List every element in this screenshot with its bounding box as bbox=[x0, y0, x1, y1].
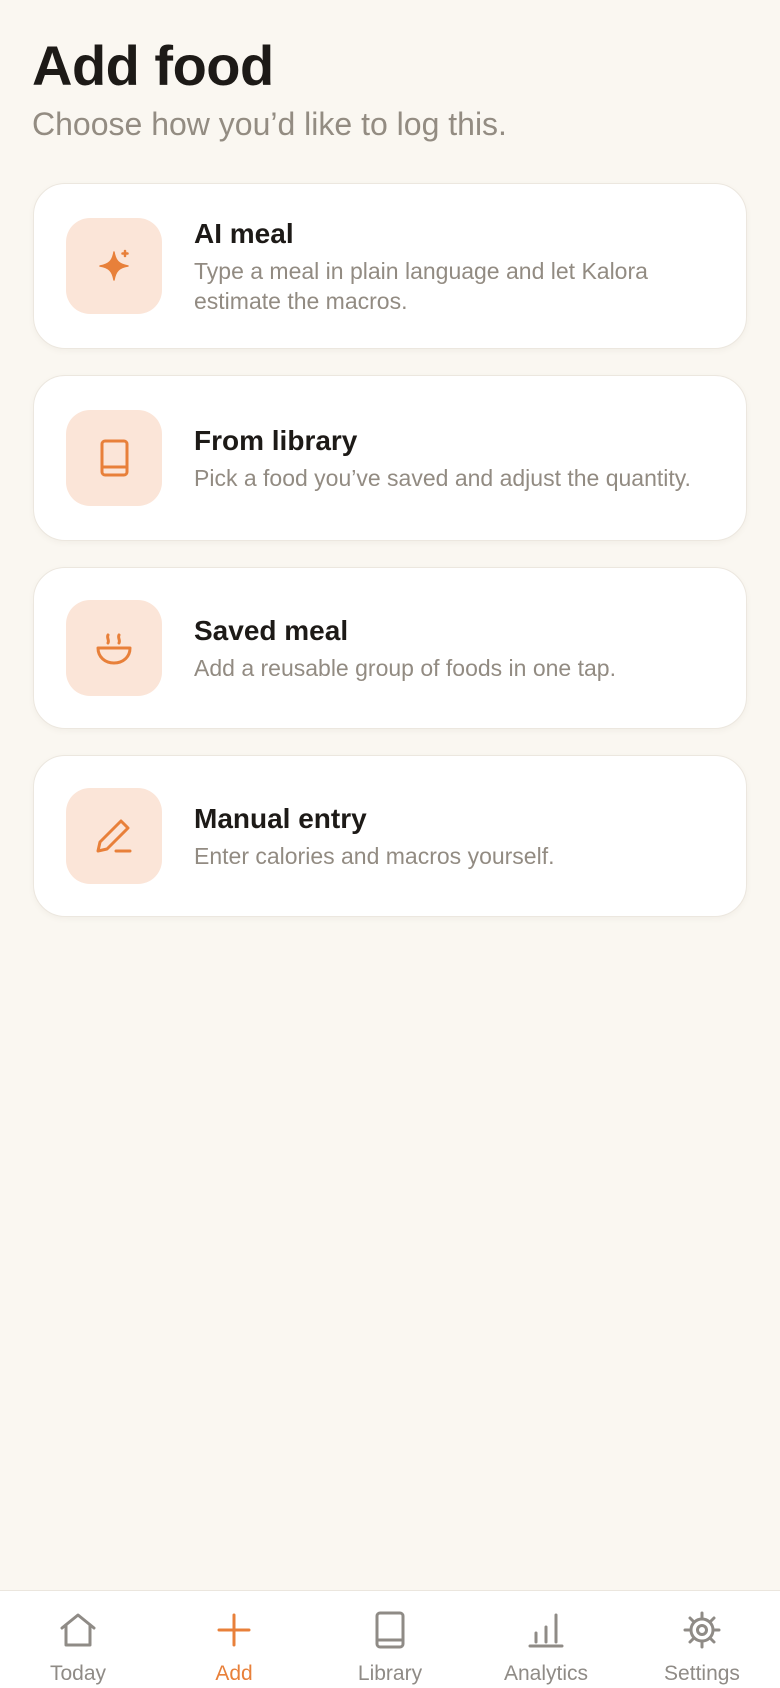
book-icon bbox=[375, 1611, 405, 1649]
gear-icon bbox=[683, 1611, 721, 1649]
tab-today[interactable]: Today bbox=[0, 1591, 156, 1688]
add-food-screen: Add food Choose how you’d like to log th… bbox=[0, 0, 780, 1688]
ai-meal-option[interactable]: AI meal Type a meal in plain language an… bbox=[33, 183, 747, 349]
saved-meal-title: Saved meal bbox=[194, 615, 349, 646]
sparkle-icon bbox=[66, 218, 162, 314]
tab-analytics[interactable]: Analytics bbox=[468, 1591, 624, 1688]
tab-add-label: Add bbox=[215, 1662, 253, 1685]
tab-today-label: Today bbox=[49, 1662, 107, 1685]
saved-meal-description: Add a reusable group of foods in one tap… bbox=[194, 655, 616, 681]
from-library-description: Pick a food you’ve saved and adjust the … bbox=[194, 465, 691, 491]
manual-entry-text: Manual entry Enter calories and macros y… bbox=[194, 801, 714, 871]
manual-entry-option[interactable]: Manual entry Enter calories and macros y… bbox=[33, 755, 747, 917]
ai-meal-description: Type a meal in plain language and let Ka… bbox=[194, 258, 648, 314]
tab-analytics-label: Analytics bbox=[503, 1662, 589, 1685]
page-title: Add food bbox=[32, 34, 274, 97]
ai-meal-title: AI meal bbox=[194, 218, 294, 249]
plus-icon bbox=[217, 1613, 251, 1647]
manual-entry-title: Manual entry bbox=[194, 803, 367, 834]
saved-meal-text: Saved meal Add a reusable group of foods… bbox=[194, 613, 714, 683]
pencil-icon bbox=[66, 788, 162, 884]
book-icon bbox=[66, 410, 162, 506]
from-library-title: From library bbox=[194, 425, 358, 456]
log-option-list: AI meal Type a meal in plain language an… bbox=[33, 183, 747, 943]
home-icon bbox=[60, 1613, 96, 1647]
tab-settings[interactable]: Settings bbox=[624, 1591, 780, 1688]
saved-meal-option[interactable]: Saved meal Add a reusable group of foods… bbox=[33, 567, 747, 729]
ai-meal-text: AI meal Type a meal in plain language an… bbox=[194, 216, 714, 316]
page-subtitle: Choose how you’d like to log this. bbox=[32, 106, 507, 142]
from-library-option[interactable]: From library Pick a food you’ve saved an… bbox=[33, 375, 747, 541]
tab-settings-label: Settings bbox=[664, 1662, 740, 1685]
from-library-text: From library Pick a food you’ve saved an… bbox=[194, 423, 714, 493]
bottom-tab-bar: Today Add Library Analytics Settings bbox=[0, 1590, 780, 1688]
bar-chart-icon bbox=[528, 1613, 564, 1648]
tab-add[interactable]: Add bbox=[156, 1591, 312, 1688]
manual-entry-description: Enter calories and macros yourself. bbox=[194, 843, 555, 869]
tab-library[interactable]: Library bbox=[312, 1591, 468, 1688]
tab-library-label: Library bbox=[357, 1662, 423, 1685]
bowl-icon bbox=[66, 600, 162, 696]
page-header: Add food Choose how you’d like to log th… bbox=[32, 34, 507, 144]
